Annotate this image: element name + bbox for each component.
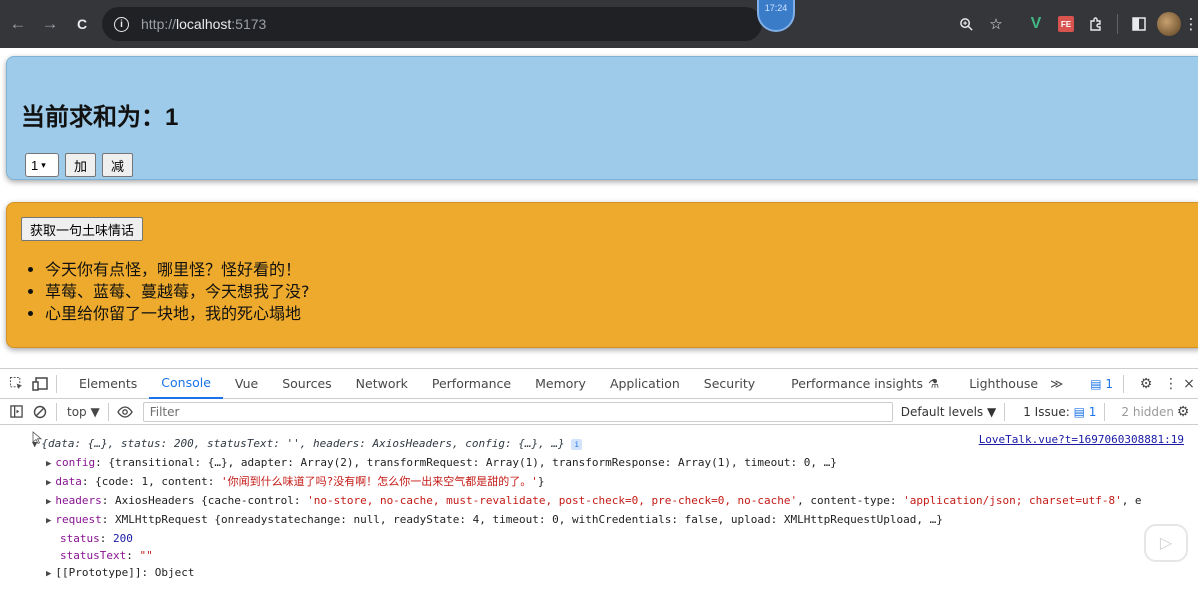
issue-icon: ▤ <box>1073 404 1085 419</box>
fe-extension-icon[interactable]: FE <box>1051 9 1081 39</box>
log-source-link[interactable]: LoveTalk.vue?t=1697060308881:19 <box>979 431 1184 448</box>
subtract-button[interactable]: 减 <box>102 153 134 177</box>
log-property-row[interactable]: ▶ [[Prototype]]: Object <box>0 564 1192 583</box>
url-scheme: http:// <box>141 16 177 32</box>
message-count-badge[interactable]: ▤ 1 <box>1090 377 1113 391</box>
clock-badge: 17:24 <box>757 0 795 32</box>
log-property-row: statusText: "" <box>60 549 153 562</box>
video-play-icon[interactable]: ▷ <box>1144 524 1188 562</box>
log-property-row[interactable]: ▶ headers: AxiosHeaders {cache-control: '… <box>0 492 1192 511</box>
expand-arrow-icon[interactable]: ▶ <box>46 478 51 488</box>
log-property-row[interactable]: ▶ request: XMLHttpRequest {onreadystatech… <box>0 511 1192 530</box>
chrome-menu-icon[interactable]: ⋮ <box>1184 9 1198 39</box>
love-talk-panel: 获取一句土味情话 今天你有点怪，哪里怪？怪好看的！ 草莓、蓝莓、蔓越莓，今天想我… <box>6 202 1198 348</box>
settings-gear-icon[interactable]: ⚙ <box>1134 372 1158 396</box>
message-icon: ▤ <box>1090 376 1102 391</box>
flask-icon: ⚗ <box>927 376 940 391</box>
count-controls: 1 ▾ 加 减 <box>25 153 134 177</box>
inspect-element-icon[interactable] <box>4 372 28 396</box>
step-select[interactable]: 1 ▾ <box>25 153 59 177</box>
toolbar-separator <box>1104 402 1106 421</box>
tab-separator <box>1123 374 1124 393</box>
more-tabs-icon[interactable]: ≫ <box>1050 369 1075 399</box>
tab-performance-insights[interactable]: Performance insights ⚗ <box>779 369 951 399</box>
tab-network[interactable]: Network <box>344 369 420 399</box>
tab-separator <box>56 374 57 393</box>
log-property-row[interactable]: ▶ config: {transitional: {…}, adapter: Ar… <box>0 454 1192 473</box>
live-expression-eye-icon[interactable] <box>113 400 137 424</box>
url-host: localhost <box>176 16 232 32</box>
expand-arrow-icon[interactable]: ▶ <box>46 516 51 526</box>
count-panel: 当前求和为：1 1 ▾ 加 减 <box>6 56 1198 180</box>
mouse-cursor-icon <box>32 431 42 445</box>
close-devtools-icon[interactable]: × <box>1183 372 1195 396</box>
tab-vue[interactable]: Vue <box>223 369 270 399</box>
log-property-row: status: 200 <box>60 532 133 545</box>
tab-sources[interactable]: Sources <box>270 369 343 399</box>
tab-console[interactable]: Console <box>149 369 223 399</box>
list-item: 今天你有点怪，哪里怪？怪好看的！ <box>45 259 310 281</box>
log-property-row[interactable]: ▶ data: {code: 1, content: '你闻到什么味道了吗?没有啊… <box>0 473 1192 492</box>
reload-icon[interactable]: C <box>68 10 96 38</box>
tab-memory[interactable]: Memory <box>523 369 598 399</box>
url-port: :5173 <box>231 16 267 32</box>
console-toolbar: top ▼ Filter Default levels ▼ 1 Issue: ▤… <box>0 399 1198 425</box>
tab-security[interactable]: Security <box>692 369 767 399</box>
side-panel-icon[interactable] <box>1124 9 1154 39</box>
devtools-panel: Elements Console Vue Sources Network Per… <box>0 368 1198 591</box>
console-output: LoveTalk.vue?t=1697060308881:19 ▼ {data: … <box>0 425 1198 583</box>
avatar[interactable] <box>1154 9 1184 39</box>
sum-heading: 当前求和为：1 <box>21 104 179 131</box>
get-love-talk-button[interactable]: 获取一句土味情话 <box>21 217 144 241</box>
show-sidebar-icon[interactable] <box>4 400 28 424</box>
toolbar-separator <box>107 402 109 421</box>
vue-devtools-extension-icon[interactable]: V <box>1021 9 1051 39</box>
tab-performance[interactable]: Performance <box>420 369 523 399</box>
site-info-icon[interactable]: i <box>114 16 129 32</box>
dropdown-arrow-icon: ▼ <box>90 404 100 419</box>
expand-arrow-icon[interactable]: ▶ <box>46 569 51 579</box>
love-talk-list: 今天你有点怪，哪里怪？怪好看的！ 草莓、蓝莓、蔓越莓，今天想我了没? 心里给你留… <box>45 259 310 325</box>
page-content: 当前求和为：1 1▾ 加 减 获取一句土味情话 今天你有点怪，哪里怪？怪好看的！… <box>0 48 1198 368</box>
bookmark-star-icon[interactable]: ☆ <box>981 9 1011 39</box>
toolbar-separator <box>1117 14 1118 34</box>
tab-lighthouse[interactable]: Lighthouse <box>957 369 1050 399</box>
device-toolbar-icon[interactable] <box>28 372 52 396</box>
add-button[interactable]: 加 <box>65 153 97 177</box>
hidden-messages-count: 2 hidden <box>1121 404 1175 419</box>
expand-arrow-icon[interactable]: ▶ <box>46 459 51 469</box>
more-options-icon[interactable]: ⋮ <box>1164 372 1178 396</box>
log-levels-dropdown[interactable]: Default levels ▼ <box>901 405 997 419</box>
address-bar[interactable]: i http://localhost:5173 <box>102 7 762 41</box>
list-item: 心里给你留了一块地，我的死心塌地 <box>45 303 310 325</box>
tab-application[interactable]: Application <box>598 369 692 399</box>
clear-console-icon[interactable] <box>28 400 52 424</box>
forward-icon[interactable]: → <box>36 10 64 38</box>
expand-arrow-icon[interactable]: ▶ <box>46 497 51 507</box>
back-icon[interactable]: ← <box>4 10 32 38</box>
zoom-icon[interactable] <box>951 9 981 39</box>
context-selector[interactable]: top ▼ <box>67 405 100 419</box>
console-settings-gear-icon[interactable]: ⚙ <box>1176 400 1190 424</box>
browser-toolbar: ← → C i http://localhost:5173 17:24 ☆ V … <box>0 0 1198 48</box>
chevron-down-icon: ▾ <box>41 159 46 170</box>
tab-elements[interactable]: Elements <box>67 369 149 399</box>
list-item: 草莓、蓝莓、蔓越莓，今天想我了没? <box>45 281 310 303</box>
console-filter-input[interactable]: Filter <box>142 401 893 422</box>
devtools-tabbar: Elements Console Vue Sources Network Per… <box>0 369 1198 399</box>
toolbar-separator <box>56 402 57 421</box>
issues-button[interactable]: 1 Issue: ▤ 1 <box>1023 405 1096 419</box>
extensions-puzzle-icon[interactable] <box>1081 9 1111 39</box>
toolbar-separator <box>1004 402 1006 421</box>
info-icon[interactable]: i <box>571 439 583 450</box>
